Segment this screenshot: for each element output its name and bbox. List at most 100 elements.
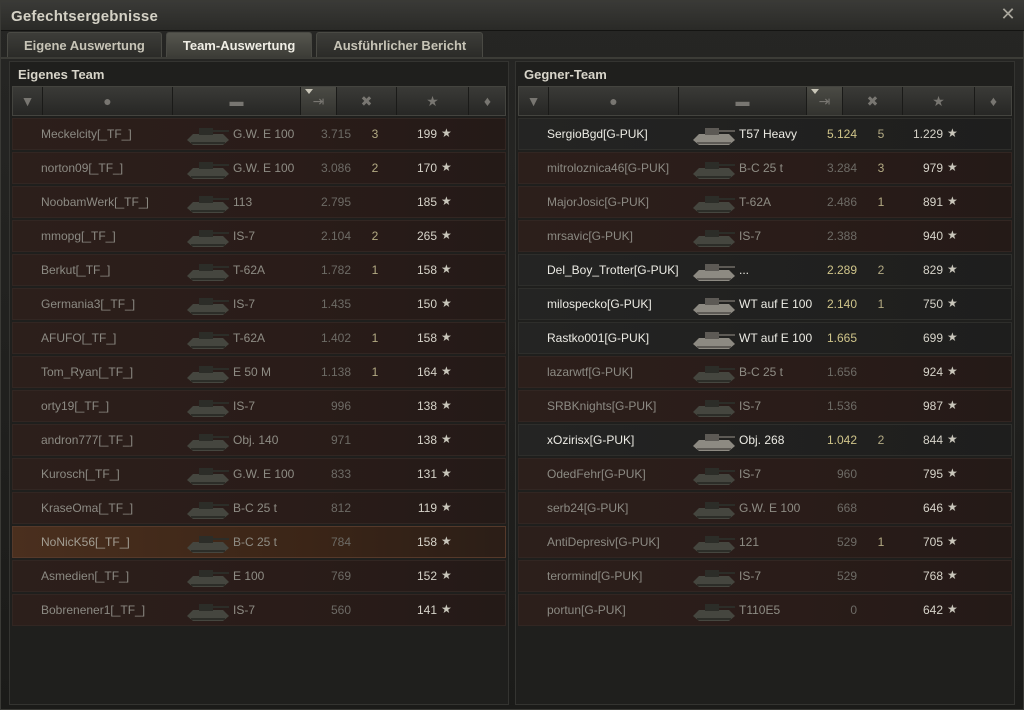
damage-value: 2.486	[826, 195, 857, 209]
vehicle-name: B-C 25 t	[739, 365, 784, 379]
tank-icon	[689, 428, 739, 454]
tab-team-auswertung[interactable]: Team-Auswertung	[165, 32, 313, 57]
xp-star-icon[interactable]: ★	[903, 87, 975, 115]
tank-icon	[183, 156, 233, 182]
tank-icon[interactable]: ▬	[679, 87, 807, 115]
player-row[interactable]: NoNicK56[_TF_] B-C 25 t 784 158 ★	[12, 526, 506, 558]
player-icon[interactable]: ●	[43, 87, 173, 115]
player-row[interactable]: Tom_Ryan[_TF_] E 50 M 1.138 1 164 ★	[12, 356, 506, 388]
kills-icon[interactable]: ✖	[337, 87, 397, 115]
tank-icon	[183, 224, 233, 250]
damage-value: 560	[330, 603, 351, 617]
xp-star-icon[interactable]: ★	[397, 87, 469, 115]
player-name: MajorJosic[G-PUK]	[547, 195, 650, 209]
player-row[interactable]: MajorJosic[G-PUK] T-62A 2.486 1 891 ★	[518, 186, 1012, 218]
player-row[interactable]: NoobamWerk[_TF_] 113 2.795 185 ★	[12, 186, 506, 218]
player-row[interactable]: milospecko[G-PUK] WT auf E 100 2.140 1 750 ★	[518, 288, 1012, 320]
player-row[interactable]: norton09[_TF_] G.W. E 100 3.086 2 170 ★	[12, 152, 506, 184]
xp-value: 795	[922, 467, 943, 481]
player-name: Meckelcity[_TF_]	[41, 127, 132, 141]
player-row[interactable]: andron777[_TF_] Obj. 140 971 138 ★	[12, 424, 506, 456]
damage-icon[interactable]: ⇥	[301, 87, 337, 115]
player-row[interactable]: Asmedien[_TF_] E 100 769 152 ★	[12, 560, 506, 592]
player-row[interactable]: portun[G-PUK] T110E5 0 642 ★	[518, 594, 1012, 626]
player-row[interactable]: AFUFO[_TF_] T-62A 1.402 1 158 ★	[12, 322, 506, 354]
tank-icon	[183, 462, 233, 488]
squad-icon[interactable]: ▼	[519, 87, 549, 115]
kills-value: 1	[877, 297, 885, 311]
kills-icon-glyph: ✖	[866, 92, 879, 109]
kills-value: 2	[371, 161, 379, 175]
enemy-team-panel: Gegner-Team ▼ ● ▬ ⇥ ✖ ★ ♦ SergioBgd[G-PUK] T57 …	[515, 61, 1015, 705]
xp-value: 199	[416, 127, 437, 141]
player-row[interactable]: xOzirisx[G-PUK] Obj. 268 1.042 2 844 ★	[518, 424, 1012, 456]
player-name: Tom_Ryan[_TF_]	[41, 365, 134, 379]
tank-icon	[183, 496, 233, 522]
vehicle-name: IS-7	[233, 229, 256, 243]
kills-icon[interactable]: ✖	[843, 87, 903, 115]
tank-icon	[183, 428, 233, 454]
player-row[interactable]: orty19[_TF_] IS-7 996 138 ★	[12, 390, 506, 422]
player-name: NoobamWerk[_TF_]	[41, 195, 149, 209]
player-row[interactable]: Kurosch[_TF_] G.W. E 100 833 131 ★	[12, 458, 506, 490]
close-icon[interactable]: ✕	[999, 5, 1017, 23]
player-name: Rastko001[G-PUK]	[547, 331, 650, 345]
xp-star-icon: ★	[947, 500, 958, 514]
own-team-title: Eigenes Team	[18, 67, 105, 82]
xp-star-icon: ★	[947, 228, 958, 242]
player-row[interactable]: SergioBgd[G-PUK] T57 Heavy 5.124 5 1.229 ★	[518, 118, 1012, 150]
player-row[interactable]: SRBKnights[G-PUK] IS-7 1.536 987 ★	[518, 390, 1012, 422]
vehicle-name: T-62A	[233, 331, 266, 345]
squad-icon[interactable]: ▼	[13, 87, 43, 115]
medal-icon[interactable]: ♦	[975, 87, 1013, 115]
player-name: Del_Boy_Trotter[G-PUK]	[547, 263, 679, 277]
player-name: AFUFO[_TF_]	[41, 331, 117, 345]
player-row[interactable]: Rastko001[G-PUK] WT auf E 100 1.665 699 ★	[518, 322, 1012, 354]
medal-icon[interactable]: ♦	[469, 87, 507, 115]
player-row[interactable]: serb24[G-PUK] G.W. E 100 668 646 ★	[518, 492, 1012, 524]
tank-icon-glyph: ▬	[229, 93, 244, 109]
player-row[interactable]: mmopg[_TF_] IS-7 2.104 2 265 ★	[12, 220, 506, 252]
player-row[interactable]: AntiDepresiv[G-PUK] 121 529 1 705 ★	[518, 526, 1012, 558]
player-row[interactable]: terormind[G-PUK] IS-7 529 768 ★	[518, 560, 1012, 592]
player-row[interactable]: mrsavic[G-PUK] IS-7 2.388 940 ★	[518, 220, 1012, 252]
player-name: OdedFehr[G-PUK]	[547, 467, 646, 481]
player-name: Germania3[_TF_]	[41, 297, 136, 311]
player-row[interactable]: KraseOma[_TF_] B-C 25 t 812 119 ★	[12, 492, 506, 524]
damage-value: 1.656	[826, 365, 857, 379]
player-row[interactable]: lazarwtf[G-PUK] B-C 25 t 1.656 924 ★	[518, 356, 1012, 388]
damage-value: 1.435	[320, 297, 351, 311]
player-icon[interactable]: ●	[549, 87, 679, 115]
damage-value: 3.086	[320, 161, 351, 175]
xp-star-icon: ★	[441, 330, 452, 344]
xp-value: 265	[416, 229, 437, 243]
damage-icon[interactable]: ⇥	[807, 87, 843, 115]
xp-value: 150	[416, 297, 437, 311]
player-row[interactable]: mitroloznica46[G-PUK] B-C 25 t 3.284 3 979 ★	[518, 152, 1012, 184]
vehicle-name: IS-7	[739, 229, 762, 243]
xp-star-icon: ★	[441, 568, 452, 582]
tank-icon	[183, 258, 233, 284]
player-row[interactable]: Del_Boy_Trotter[G-PUK]... 2.289 2 829 ★	[518, 254, 1012, 286]
player-row[interactable]: OdedFehr[G-PUK] IS-7 960 795 ★	[518, 458, 1012, 490]
player-row[interactable]: Berkut[_TF_] T-62A 1.782 1 158 ★	[12, 254, 506, 286]
damage-value: 529	[836, 569, 857, 583]
xp-star-icon: ★	[441, 466, 452, 480]
sort-arrow-icon	[305, 89, 313, 94]
battle-results-window: Gefechtsergebnisse ✕ Eigene Auswertung T…	[0, 0, 1024, 710]
damage-value: 1.042	[826, 433, 857, 447]
damage-value: 960	[836, 467, 857, 481]
player-row[interactable]: Germania3[_TF_] IS-7 1.435 150 ★	[12, 288, 506, 320]
vehicle-name: G.W. E 100	[233, 161, 295, 175]
tank-icon	[689, 530, 739, 556]
xp-star-icon: ★	[441, 398, 452, 412]
xp-star-icon: ★	[947, 534, 958, 548]
tab-ausfuehrlicher-bericht[interactable]: Ausführlicher Bericht	[316, 32, 484, 57]
player-name: lazarwtf[G-PUK]	[547, 365, 634, 379]
title-bar: Gefechtsergebnisse ✕	[1, 1, 1024, 31]
tab-eigene-auswertung[interactable]: Eigene Auswertung	[7, 32, 162, 57]
player-row[interactable]: Bobrenener1[_TF_] IS-7 560 141 ★	[12, 594, 506, 626]
tank-icon[interactable]: ▬	[173, 87, 301, 115]
damage-value: 1.782	[320, 263, 351, 277]
player-row[interactable]: Meckelcity[_TF_] G.W. E 100 3.715 3 199 ★	[12, 118, 506, 150]
